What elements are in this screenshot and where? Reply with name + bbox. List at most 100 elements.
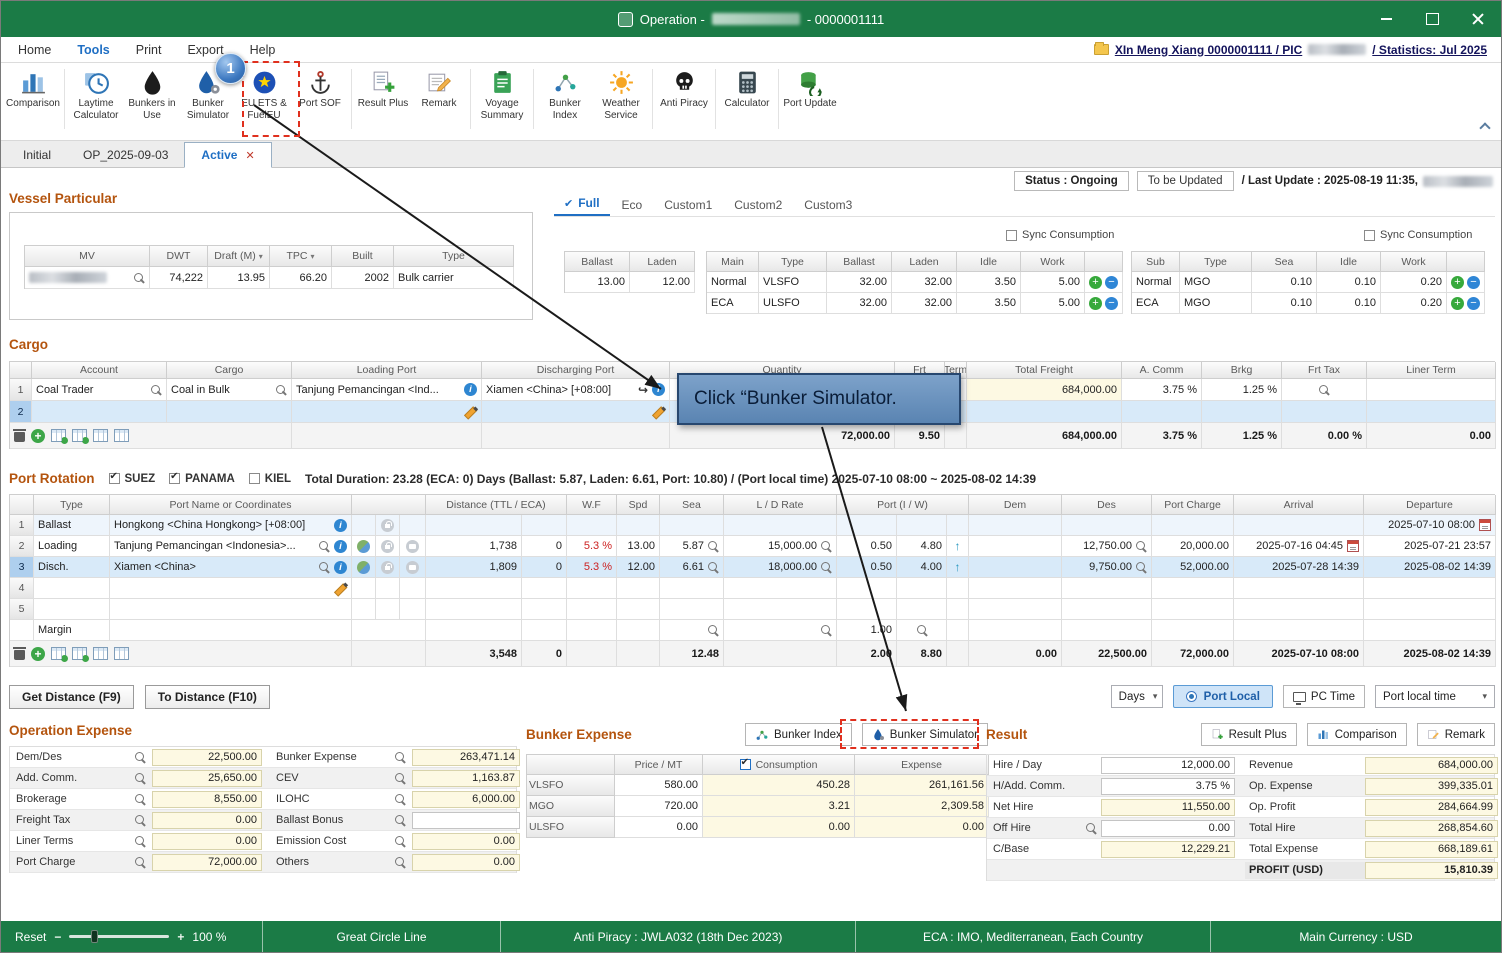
search-icon[interactable] xyxy=(394,856,406,868)
menu-help[interactable]: Help xyxy=(237,39,289,61)
tab-initial[interactable]: Initial xyxy=(7,143,67,167)
search-icon[interactable] xyxy=(707,540,719,552)
copy-row-icon[interactable] xyxy=(93,429,108,442)
term-cell[interactable] xyxy=(945,379,967,401)
search-icon[interactable] xyxy=(318,540,330,552)
search-icon[interactable] xyxy=(820,561,832,573)
fuel-type-cell[interactable]: VLSFO xyxy=(759,272,827,293)
to-be-updated-button[interactable]: To be Updated xyxy=(1137,171,1234,191)
edit-pencil-icon[interactable] xyxy=(334,582,347,595)
remove-row-icon[interactable] xyxy=(1467,276,1480,289)
comparison-button[interactable]: Comparison xyxy=(1307,723,1407,746)
tab-custom1[interactable]: Custom1 xyxy=(654,195,722,216)
search-icon[interactable] xyxy=(1318,384,1330,396)
suez-checkbox[interactable]: SUEZ xyxy=(109,473,156,485)
loading-port-cell[interactable]: Tanjung Pemancingan <Ind... xyxy=(292,379,482,401)
get-distance-button[interactable]: Get Distance (F9) xyxy=(9,685,134,709)
toolbar-bunker-index[interactable]: Bunker Index xyxy=(537,67,593,121)
row-number[interactable]: 3 xyxy=(10,557,34,578)
fuel-type-cell[interactable]: MGO xyxy=(1180,272,1252,293)
search-icon[interactable] xyxy=(275,384,287,396)
liner-term-cell[interactable] xyxy=(1367,379,1496,401)
sync-consumption-checkbox[interactable]: Sync Consumption xyxy=(1006,229,1114,241)
vessel-draft[interactable]: 13.95 xyxy=(208,267,270,289)
port-local-toggle[interactable]: Port Local xyxy=(1173,685,1273,708)
up-arrow-icon[interactable] xyxy=(955,560,961,574)
vessel-tpc[interactable]: 66.20 xyxy=(270,267,332,289)
frt-cell[interactable] xyxy=(895,379,945,401)
des-cell[interactable]: 9,750.00 xyxy=(1062,557,1152,578)
search-icon[interactable] xyxy=(134,814,146,826)
port-name-cell[interactable]: Hongkong <China Hongkong> [+08:00] xyxy=(110,515,352,536)
toolbar-comparison[interactable]: Comparison xyxy=(5,67,61,110)
remove-row-icon[interactable] xyxy=(1467,297,1480,310)
port-name-cell[interactable] xyxy=(110,578,352,599)
search-icon[interactable] xyxy=(707,561,719,573)
search-icon[interactable] xyxy=(394,835,406,847)
pc-time-button[interactable]: PC Time xyxy=(1283,685,1365,708)
search-icon[interactable] xyxy=(134,835,146,847)
search-icon[interactable] xyxy=(134,856,146,868)
discharging-port-cell[interactable]: Xiamen <China> [+08:00] xyxy=(482,379,670,401)
search-icon[interactable] xyxy=(707,624,719,636)
collapse-ribbon-icon[interactable] xyxy=(1479,122,1490,133)
account-statistics-link[interactable]: XIn Meng Xiang 0000001111 / PIC / Statis… xyxy=(1094,43,1497,57)
up-arrow-icon[interactable] xyxy=(955,539,961,553)
vessel-type[interactable]: Bulk carrier xyxy=(394,267,514,289)
menu-home[interactable]: Home xyxy=(5,39,64,61)
checkbox-icon[interactable] xyxy=(109,473,120,484)
toolbar-voyage-summary[interactable]: Voyage Summary xyxy=(474,67,530,121)
departure-cell[interactable]: 2025-07-10 08:00 xyxy=(1364,515,1496,536)
tab-op-2025-09-03[interactable]: OP_2025-09-03 xyxy=(67,143,184,167)
search-icon[interactable] xyxy=(1135,540,1147,552)
minimize-button[interactable] xyxy=(1363,1,1409,37)
checkbox-icon[interactable] xyxy=(169,473,180,484)
maximize-button[interactable] xyxy=(1409,1,1455,37)
ballast-speed-value[interactable]: 13.00 xyxy=(565,272,630,293)
add-row-icon[interactable] xyxy=(1089,297,1102,310)
consumption-checkbox-icon[interactable] xyxy=(740,759,751,770)
cargo-cell[interactable]: Coal in Bulk xyxy=(167,379,292,401)
tab-custom2[interactable]: Custom2 xyxy=(724,195,792,216)
zoom-in-icon[interactable]: + xyxy=(177,930,184,944)
leg-type[interactable]: Ballast xyxy=(34,515,110,536)
vlsfo-price[interactable]: 580.00 xyxy=(615,775,703,796)
insert-row-icon[interactable] xyxy=(51,647,66,660)
col-draft[interactable]: Draft (M) xyxy=(208,246,270,267)
row-number[interactable]: 2 xyxy=(10,401,32,423)
lock-badge-icon[interactable] xyxy=(381,519,394,532)
lock-badge-icon[interactable] xyxy=(381,561,394,574)
departure-cell[interactable]: 2025-08-02 14:39 xyxy=(1364,557,1496,578)
insert-row-below-icon[interactable] xyxy=(72,647,87,660)
row-number[interactable]: 2 xyxy=(10,536,34,557)
insert-row-icon[interactable] xyxy=(51,429,66,442)
info-icon[interactable] xyxy=(334,561,347,574)
delete-row-icon[interactable] xyxy=(14,429,25,442)
search-icon[interactable] xyxy=(1085,822,1097,834)
port-charge-cell[interactable]: 20,000.00 xyxy=(1152,536,1234,557)
tab-active[interactable]: Active xyxy=(184,142,271,168)
des-cell[interactable]: 12,750.00 xyxy=(1062,536,1152,557)
reset-label[interactable]: Reset xyxy=(15,930,46,944)
bunker-simulator-button[interactable]: Bunker Simulator xyxy=(862,723,988,746)
info-icon[interactable] xyxy=(652,383,665,396)
row-number[interactable]: 4 xyxy=(10,578,34,599)
days-select[interactable]: Days xyxy=(1111,685,1163,708)
result-value[interactable]: 12,000.00 xyxy=(1101,757,1235,774)
search-icon[interactable] xyxy=(394,814,406,826)
leg-type[interactable]: Loading xyxy=(34,536,110,557)
checkbox-icon[interactable] xyxy=(249,473,260,484)
toolbar-calculator[interactable]: Calculator xyxy=(719,67,775,110)
copy-row-icon[interactable] xyxy=(93,647,108,660)
mgo-price[interactable]: 720.00 xyxy=(615,796,703,817)
remark-button[interactable]: Remark xyxy=(1417,723,1495,746)
merge-row-icon[interactable] xyxy=(114,429,129,442)
edit-pencil-icon[interactable] xyxy=(464,405,477,418)
search-icon[interactable] xyxy=(150,384,162,396)
search-icon[interactable] xyxy=(820,540,832,552)
expense-value[interactable] xyxy=(412,812,520,829)
search-icon[interactable] xyxy=(820,624,832,636)
vessel-dwt[interactable]: 74,222 xyxy=(150,267,208,289)
calendar-icon[interactable] xyxy=(1347,540,1359,552)
eca-segment[interactable]: ECA : IMO, Mediterranean, Each Country xyxy=(856,921,1211,952)
